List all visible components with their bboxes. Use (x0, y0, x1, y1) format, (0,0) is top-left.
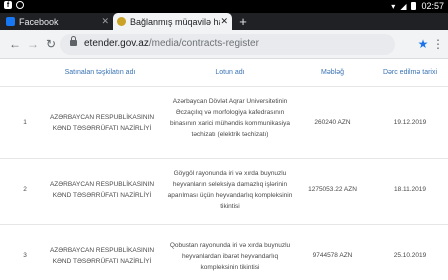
tab-title: Facebook (19, 16, 59, 27)
site-favicon-icon (117, 17, 126, 26)
new-tab-button[interactable]: + (236, 13, 250, 30)
row-organization: AZƏRBAYCAN RESPUBLİKASININ KƏND TƏSƏRRÜF… (49, 181, 155, 199)
signal-icon: ◢ (400, 1, 407, 11)
row-organization: AZƏRBAYCAN RESPUBLİKASININ KƏND TƏSƏRRÜF… (49, 247, 155, 265)
browser-toolbar: ← → ↻ etender.gov.az/media/contracts-reg… (0, 30, 448, 59)
row-lot: Göygöl rayonunda iri və xırda buynuzlu h… (167, 170, 293, 210)
row-date: 25.10.2019 (393, 252, 427, 259)
status-bar: f ▾ ◢ 02:57 (0, 0, 448, 13)
tab-strip: Facebook ✕ Bağlanmış müqavilə haqqında ✕… (0, 13, 448, 30)
close-tab-icon[interactable]: ✕ (220, 16, 228, 27)
header-lot: Lotun adı (215, 69, 245, 76)
table-header: Satınalan təşkilatın adı Lotun adı Məblə… (0, 60, 448, 87)
row-organization: AZƏRBAYCAN RESPUBLİKASININ KƏND TƏSƏRRÜF… (49, 114, 155, 132)
table-row[interactable]: 1 AZƏRBAYCAN RESPUBLİKASININ KƏND TƏSƏRR… (0, 87, 448, 159)
header-date: Dərc edilmə tarixi (382, 69, 438, 76)
url-text: etender.gov.az/media/contracts-register (84, 38, 259, 49)
row-date: 19.12.2019 (393, 119, 427, 126)
row-lot: Azərbaycan Dövlət Aqrar Universitetinin … (170, 98, 290, 138)
header-organization: Satınalan təşkilatın adı (64, 69, 136, 76)
row-number: 1 (23, 119, 27, 126)
clock: 02:57 (421, 1, 444, 11)
row-amount: 9744578 AZN (312, 252, 353, 259)
row-number: 3 (23, 252, 27, 259)
close-tab-icon[interactable]: ✕ (101, 16, 109, 27)
row-date: 18.11.2019 (393, 186, 427, 193)
tab-title: Bağlanmış müqavilə haqqında (130, 16, 220, 27)
facebook-notification-icon: f (4, 1, 12, 9)
row-number: 2 (23, 186, 27, 193)
back-arrow-icon[interactable]: ← (8, 37, 22, 51)
reload-icon[interactable]: ↻ (44, 37, 58, 51)
tab-facebook[interactable]: Facebook ✕ (2, 13, 113, 30)
notification-icons: f (4, 1, 24, 9)
facebook-favicon-icon (6, 17, 15, 26)
chrome-notification-icon (16, 1, 24, 9)
row-amount: 260240 AZN (314, 119, 351, 126)
forward-arrow-icon[interactable]: → (26, 37, 40, 51)
battery-icon (411, 2, 417, 10)
wifi-icon: ▾ (391, 1, 396, 11)
header-amount: Məbləğ (321, 69, 344, 76)
row-amount: 1275053.22 AZN (308, 186, 357, 193)
lock-icon (70, 36, 77, 46)
menu-icon[interactable]: ⋮ (432, 37, 444, 51)
table-row[interactable]: 3 AZƏRBAYCAN RESPUBLİKASININ KƏND TƏSƏRR… (0, 225, 448, 280)
system-icons: ▾ ◢ 02:57 (391, 1, 444, 11)
table-row[interactable]: 2 AZƏRBAYCAN RESPUBLİKASININ KƏND TƏSƏRR… (0, 159, 448, 225)
tab-contracts[interactable]: Bağlanmış müqavilə haqqında ✕ (113, 13, 232, 30)
bookmark-star-icon[interactable]: ★ (416, 37, 430, 51)
address-bar[interactable]: etender.gov.az/media/contracts-register (60, 34, 395, 55)
row-lot: Qobustan rayonunda iri və xırda buynuzlu… (169, 242, 291, 271)
